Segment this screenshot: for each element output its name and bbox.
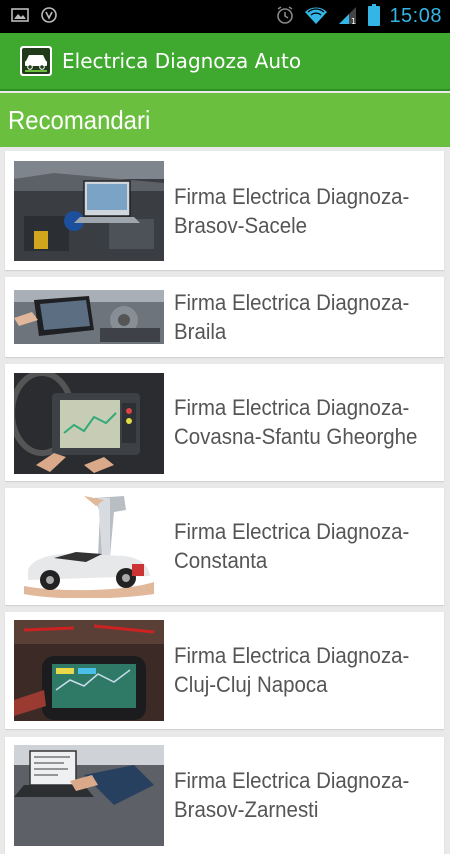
item-title-line1: Firma Electrica Diagnoza- — [174, 290, 410, 315]
item-title-line2: Brasov-Zarnesti — [174, 797, 319, 822]
list-item[interactable]: Firma Electrica Diagnoza- Braila — [5, 277, 444, 357]
status-bar: 1 15:08 — [0, 0, 450, 33]
car-logo-icon[interactable] — [20, 46, 52, 76]
battery-icon — [368, 3, 381, 30]
engine-laptop-photo — [14, 161, 164, 261]
section-header: Recomandari — [0, 93, 450, 147]
item-title: Firma Electrica Diagnoza- Constanta — [174, 517, 418, 575]
item-title-line2: Cluj-Cluj Napoca — [174, 672, 328, 697]
item-title: Firma Electrica Diagnoza- Brasov-Zarnest… — [174, 766, 418, 824]
tablet-engine-photo — [14, 290, 164, 344]
item-title-line1: Firma Electrica Diagnoza- — [174, 643, 410, 668]
scanner-tool-photo — [14, 620, 164, 721]
item-title-line2: Covasna-Sfantu Gheorghe — [174, 424, 418, 449]
item-title-line1: Firma Electrica Diagnoza- — [174, 768, 410, 793]
alarm-icon — [275, 5, 295, 29]
item-title-line1: Firma Electrica Diagnoza- — [174, 519, 410, 544]
item-title: Firma Electrica Diagnoza- Cluj-Cluj Napo… — [174, 641, 418, 699]
item-title-line2: Braila — [174, 319, 227, 344]
list-item[interactable]: Firma Electrica Diagnoza- Constanta — [5, 488, 444, 605]
list-item[interactable]: Firma Electrica Diagnoza- Covasna-Sfantu… — [5, 364, 444, 481]
svg-text:1: 1 — [351, 17, 356, 25]
signal-icon: 1 — [337, 5, 359, 29]
item-title: Firma Electrica Diagnoza- Covasna-Sfantu… — [174, 393, 418, 451]
item-title-line1: Firma Electrica Diagnoza- — [174, 395, 410, 420]
app-title: Electrica Diagnoza Auto — [62, 49, 302, 73]
list-item[interactable]: Firma Electrica Diagnoza- Cluj-Cluj Napo… — [5, 612, 444, 729]
item-title-line1: Firma Electrica Diagnoza- — [174, 184, 410, 209]
app-action-bar: Electrica Diagnoza Auto — [0, 33, 450, 91]
list-item[interactable]: Firma Electrica Diagnoza- Brasov-Zarnest… — [5, 737, 444, 854]
wrench-car-photo — [14, 496, 164, 598]
section-title: Recomandari — [8, 104, 151, 135]
shield-icon — [41, 6, 57, 28]
item-title: Firma Electrica Diagnoza- Braila — [174, 288, 418, 346]
clock-time: 15:08 — [389, 5, 442, 27]
item-title: Firma Electrica Diagnoza- Brasov-Sacele — [174, 182, 418, 240]
item-title-line2: Constanta — [174, 548, 268, 573]
list-item[interactable]: Firma Electrica Diagnoza- Brasov-Sacele — [5, 151, 444, 270]
wifi-icon — [304, 5, 328, 29]
diagnostic-device-photo — [14, 373, 164, 474]
laptop-technician-photo — [14, 745, 164, 846]
item-title-line2: Brasov-Sacele — [174, 213, 308, 238]
image-icon — [11, 7, 29, 27]
